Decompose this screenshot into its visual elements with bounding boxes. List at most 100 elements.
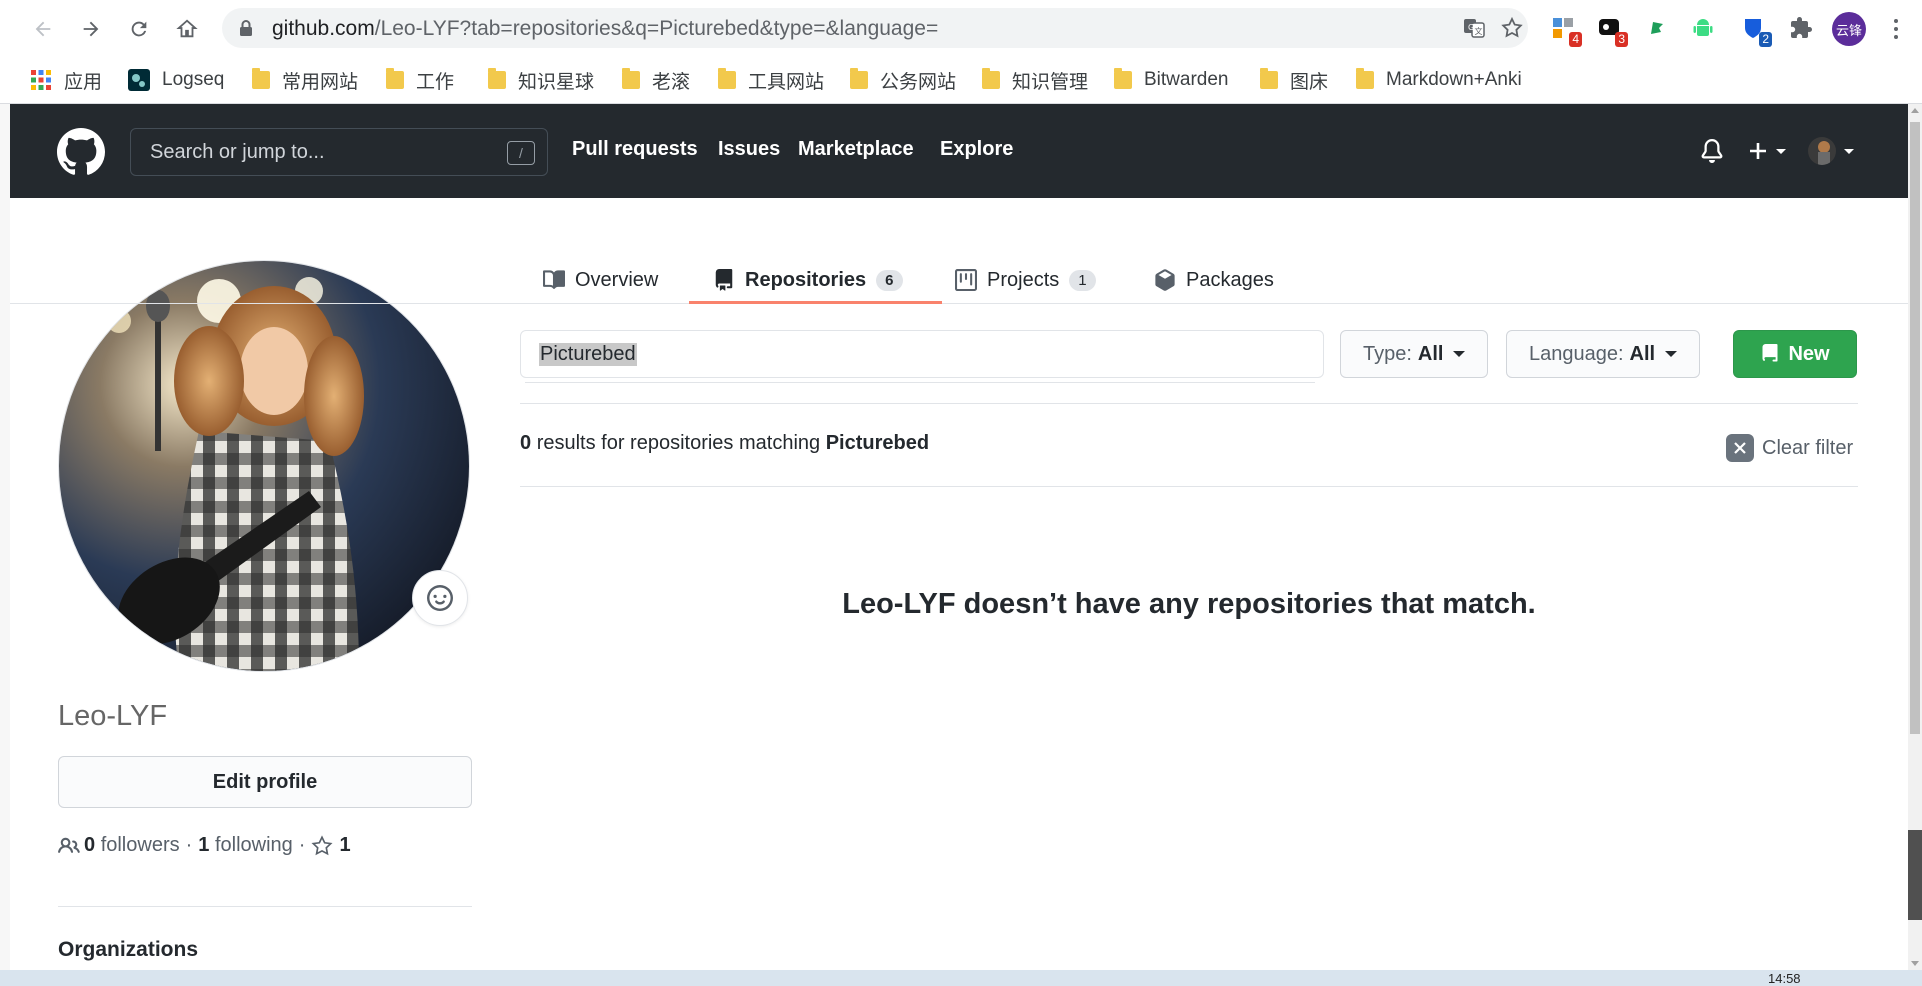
extension-flag-icon xyxy=(1651,22,1663,34)
folder-icon xyxy=(850,68,868,89)
bookmark-folder[interactable]: 公务网站 xyxy=(850,66,956,94)
svg-text:G: G xyxy=(1468,23,1474,32)
global-search-input[interactable]: Search or jump to... / xyxy=(130,128,548,176)
type-filter-label: Type: xyxy=(1363,342,1412,365)
apps-grid-icon xyxy=(31,70,51,90)
nav-pull-requests[interactable]: Pull requests xyxy=(572,138,698,161)
extension-2[interactable]: 3 xyxy=(1594,13,1628,47)
bookmark-label: Logseq xyxy=(162,69,225,90)
empty-state-message: Leo-LYF doesn’t have any repositories th… xyxy=(842,588,1536,620)
new-repository-button[interactable]: New xyxy=(1733,330,1857,378)
create-new-menu[interactable] xyxy=(1746,134,1786,168)
android-icon xyxy=(1693,19,1713,36)
page-scrollbar[interactable] xyxy=(1908,104,1922,970)
scroll-down-arrow-icon[interactable] xyxy=(1911,961,1919,966)
tab-label: Overview xyxy=(575,268,659,291)
clear-filter-button[interactable]: Clear filter xyxy=(1726,434,1853,462)
extension-1[interactable]: 4 xyxy=(1548,13,1582,47)
bookmark-label: 工作 xyxy=(416,71,455,93)
back-button[interactable] xyxy=(26,12,60,46)
folder-icon xyxy=(488,68,506,89)
browser-toolbar: github.com/Leo-LYF?tab=repositories&q=Pi… xyxy=(0,0,1922,56)
clear-filter-label: Clear filter xyxy=(1762,436,1854,459)
url-path: /Leo-LYF?tab=repositories&q=Picturebed&t… xyxy=(374,17,939,40)
notifications-button[interactable] xyxy=(1700,134,1724,168)
url-text: github.com/Leo-LYF?tab=repositories&q=Pi… xyxy=(272,17,938,41)
extension-bitwarden[interactable]: 2 xyxy=(1738,13,1772,47)
nav-explore[interactable]: Explore xyxy=(940,138,1013,161)
following-count: 1 xyxy=(198,834,210,856)
bookmark-folder[interactable]: 常用网站 xyxy=(252,66,358,94)
reload-button[interactable] xyxy=(122,12,156,46)
folder-icon xyxy=(386,68,404,89)
bookmark-label: 工具网站 xyxy=(748,71,825,93)
forward-button[interactable] xyxy=(74,12,108,46)
bookmark-logseq[interactable]: Logseq xyxy=(128,66,224,94)
close-icon xyxy=(1726,434,1754,462)
separator-dot: · xyxy=(185,834,193,856)
divider xyxy=(520,486,1858,487)
extensions-menu-button[interactable] xyxy=(1786,13,1816,43)
package-icon xyxy=(1155,269,1175,291)
tab-overview[interactable]: Overview xyxy=(543,256,658,304)
scroll-up-arrow-icon[interactable] xyxy=(1911,108,1919,113)
tab-label: Projects xyxy=(987,268,1060,291)
bookmark-folder[interactable]: 工具网站 xyxy=(718,66,824,94)
caret-down-icon xyxy=(1844,148,1854,154)
type-filter-dropdown[interactable]: Type: All xyxy=(1340,330,1489,378)
extension-4[interactable] xyxy=(1688,13,1718,43)
folder-icon xyxy=(622,68,640,89)
tab-packages[interactable]: Packages xyxy=(1154,256,1274,304)
new-button-label: New xyxy=(1788,342,1830,365)
divider xyxy=(58,906,472,907)
bookmark-folder[interactable]: 老滚 xyxy=(622,66,690,94)
following-label: following xyxy=(214,834,293,856)
browser-profile-avatar[interactable]: 云锋 xyxy=(1832,12,1866,46)
language-filter-dropdown[interactable]: Language: All xyxy=(1506,330,1701,378)
bookmark-folder[interactable]: 知识管理 xyxy=(982,66,1088,94)
edit-profile-button[interactable]: Edit profile xyxy=(58,756,472,808)
divider xyxy=(520,403,1858,404)
follow-stats: 0 followers · 1 following · 1 xyxy=(58,834,351,857)
scrollbar-secondary-thumb[interactable] xyxy=(1908,830,1922,920)
results-text: results for repositories matching xyxy=(536,432,821,454)
bookmark-label: 公务网站 xyxy=(880,71,957,93)
nav-issues[interactable]: Issues xyxy=(718,138,780,161)
profile-avatar[interactable] xyxy=(58,260,470,672)
address-bar[interactable]: github.com/Leo-LYF?tab=repositories&q=Pi… xyxy=(222,8,1528,48)
home-button[interactable] xyxy=(170,12,204,46)
plus-icon xyxy=(1750,143,1766,159)
bookmark-folder[interactable]: 工作 xyxy=(386,66,454,94)
folder-icon xyxy=(1114,68,1132,89)
input-underline xyxy=(525,382,1315,383)
smiley-icon xyxy=(427,585,453,611)
bookmark-label: 知识星球 xyxy=(518,71,595,93)
github-logo-icon[interactable] xyxy=(57,128,105,176)
bookmark-folder[interactable]: 图床 xyxy=(1260,66,1328,94)
tab-projects[interactable]: Projects 1 xyxy=(955,256,1096,304)
bookmark-star-icon[interactable] xyxy=(1500,16,1524,40)
bookmark-folder[interactable]: Bitwarden xyxy=(1114,66,1229,94)
folder-icon xyxy=(982,68,1000,89)
tab-repositories[interactable]: Repositories 6 xyxy=(713,256,903,304)
bookmark-apps[interactable]: 应用 xyxy=(30,66,102,94)
caret-down-icon xyxy=(1776,148,1786,154)
scrollbar-thumb[interactable] xyxy=(1910,122,1920,734)
browser-menu-button[interactable] xyxy=(1886,14,1906,44)
bookmark-folder[interactable]: Markdown+Anki xyxy=(1356,66,1522,94)
stars-count: 1 xyxy=(339,834,351,856)
nav-marketplace[interactable]: Marketplace xyxy=(798,138,914,161)
bookmark-folder[interactable]: 知识星球 xyxy=(488,66,594,94)
user-menu[interactable] xyxy=(1808,134,1854,168)
translate-icon[interactable]: G文 xyxy=(1462,16,1486,40)
followers-link[interactable]: 0 followers xyxy=(84,834,180,857)
set-status-button[interactable] xyxy=(412,570,468,626)
selected-tab-indicator xyxy=(689,301,942,304)
following-link[interactable]: 1 following xyxy=(198,834,293,857)
bookmark-label: 老滚 xyxy=(652,71,691,93)
find-repository-input[interactable]: Picturebed xyxy=(520,330,1324,383)
project-icon xyxy=(955,269,977,291)
extension-3[interactable] xyxy=(1642,13,1672,43)
lock-icon xyxy=(240,20,252,36)
stars-link[interactable]: 1 xyxy=(311,834,351,857)
